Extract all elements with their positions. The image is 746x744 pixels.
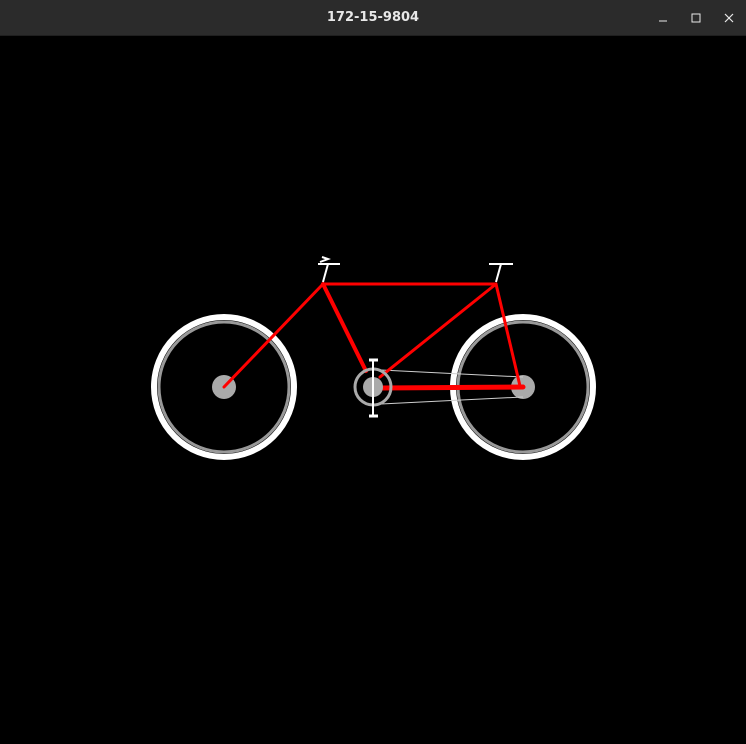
close-icon — [724, 13, 734, 22]
seat — [318, 256, 340, 283]
chain-stay — [377, 384, 526, 391]
seat-tube — [321, 282, 368, 373]
minimize-icon — [659, 20, 667, 21]
title-bar[interactable]: 172-15-9804 — [0, 0, 746, 36]
close-button[interactable] — [712, 0, 746, 35]
drawing-canvas — [0, 36, 746, 740]
app-window: 172-15-9804 — [0, 0, 746, 740]
head-tube — [494, 282, 522, 388]
bicycle-drawing — [151, 256, 596, 460]
seat-stay — [222, 282, 325, 389]
window-title: 172-15-9804 — [326, 10, 420, 25]
minimize-button[interactable] — [646, 0, 680, 35]
maximize-icon — [691, 13, 701, 22]
maximize-button[interactable] — [679, 0, 713, 35]
handlebar — [489, 263, 513, 283]
